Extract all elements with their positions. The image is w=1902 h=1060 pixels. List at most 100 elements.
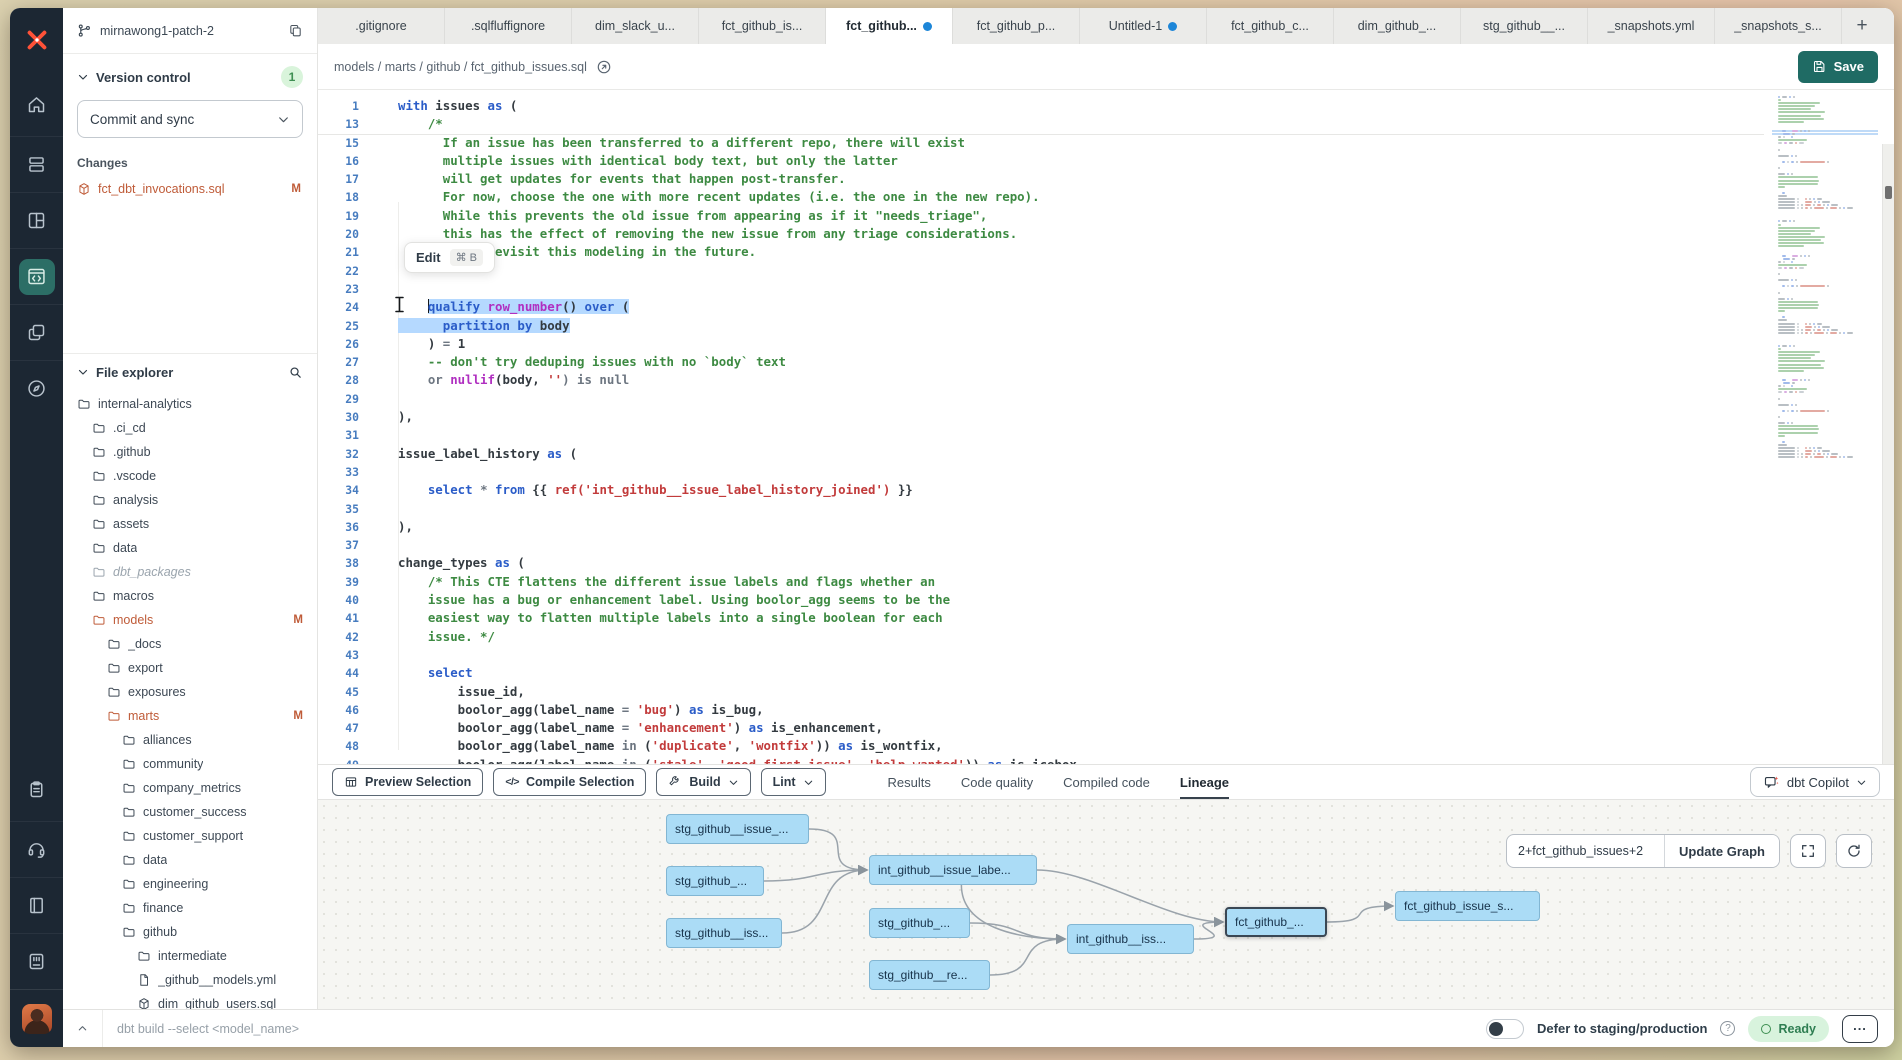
file-tree-item-community[interactable]: community [63, 752, 317, 776]
save-button[interactable]: Save [1798, 51, 1878, 83]
code-line-46[interactable]: 46 boolor_agg(label_name = 'bug') as is_… [318, 701, 1894, 719]
editor-tab-dim_github_...[interactable]: dim_github_... [1334, 8, 1461, 44]
code-line-44[interactable]: 44 select [318, 664, 1894, 682]
minimap[interactable] [1772, 96, 1878, 758]
code-line-40[interactable]: 40 issue has a bug or enhancement label.… [318, 591, 1894, 609]
code-line-29[interactable]: 29 [318, 390, 1894, 408]
chevron-down-icon[interactable] [77, 71, 89, 83]
editor-tab-.gitignore[interactable]: .gitignore [318, 8, 445, 44]
code-line-24[interactable]: 24 qualify row_number() over ( [318, 298, 1894, 316]
file-tree-item-finance[interactable]: finance [63, 896, 317, 920]
rail-docs-icon[interactable] [10, 877, 63, 933]
rail-support-icon[interactable] [10, 821, 63, 877]
file-explorer-header[interactable]: File explorer [63, 354, 317, 390]
code-line-36[interactable]: 36), [318, 518, 1894, 536]
code-line-39[interactable]: 39 /* This CTE flattens the different is… [318, 573, 1894, 591]
code-line-34[interactable]: 34 select * from {{ ref('int_github__iss… [318, 481, 1894, 499]
code-line-42[interactable]: 42 issue. */ [318, 628, 1894, 646]
code-line-35[interactable]: 35 [318, 500, 1894, 518]
results-tab-compiled-code[interactable]: Compiled code [1063, 765, 1150, 799]
changed-file-row[interactable]: fct_dbt_invocations.sql M [77, 182, 303, 196]
code-line-41[interactable]: 41 easiest way to flatten multiple label… [318, 609, 1894, 627]
command-input[interactable]: dbt build --select <model_name> [103, 1022, 1486, 1036]
editor-tab-stg_github__...[interactable]: stg_github__... [1461, 8, 1588, 44]
build-button[interactable]: Build [656, 768, 750, 796]
edit-tooltip[interactable]: Edit ⌘ B [404, 242, 495, 273]
file-tree-item-intermediate[interactable]: intermediate [63, 944, 317, 968]
code-line-48[interactable]: 48 boolor_agg(label_name in ('duplicate'… [318, 737, 1894, 755]
lineage-node-int_github__iss[interactable]: int_github__iss... [1067, 924, 1194, 954]
editor-scrollbar[interactable] [1882, 144, 1894, 764]
code-line-43[interactable]: 43 [318, 646, 1894, 664]
code-line-17[interactable]: 17 will get updates for events that happ… [318, 170, 1894, 188]
dbt-logo-icon[interactable] [10, 8, 63, 72]
rail-tasks-icon[interactable] [10, 757, 63, 821]
code-line-15[interactable]: 15 If an issue has been transferred to a… [318, 134, 1894, 152]
file-tree-item-.github[interactable]: .github [63, 440, 317, 464]
compile-selection-button[interactable]: </> Compile Selection [493, 768, 646, 796]
file-tree-item-customer_support[interactable]: customer_support [63, 824, 317, 848]
code-line-23[interactable]: 23 [318, 280, 1894, 298]
code-line-28[interactable]: 28 or nullif(body, '') is null [318, 371, 1894, 389]
editor-tab-.sqlfluffignore[interactable]: .sqlfluffignore [445, 8, 572, 44]
lineage-selector-input[interactable]: 2+fct_github_issues+2 [1507, 835, 1665, 867]
code-line-1[interactable]: 1with issues as ( [318, 97, 1894, 115]
file-tree-item-analysis[interactable]: analysis [63, 488, 317, 512]
copy-branch-icon[interactable] [288, 23, 303, 38]
lineage-panel[interactable]: stg_github__issue_...stg_github_...stg_g… [318, 800, 1894, 1009]
code-line-18[interactable]: 18 For now, choose the one with more rec… [318, 188, 1894, 206]
file-tree-item-_docs[interactable]: _docs [63, 632, 317, 656]
code-line-13[interactable]: 13 /* [318, 115, 1894, 133]
user-avatar[interactable] [10, 989, 63, 1047]
file-tree-item-models[interactable]: modelsM [63, 608, 317, 632]
file-tree-item-data[interactable]: data [63, 536, 317, 560]
file-tree-item-github[interactable]: github [63, 920, 317, 944]
code-line-49[interactable]: 49 boolor_agg(label_name in ('stale', 'g… [318, 756, 1894, 764]
file-tree-item-engineering[interactable]: engineering [63, 872, 317, 896]
lineage-node-stg_github_[interactable]: stg_github_... [869, 908, 970, 938]
commit-and-sync-select[interactable]: Commit and sync [77, 100, 303, 138]
open-compiled-icon[interactable] [596, 59, 612, 75]
code-line-31[interactable]: 31 [318, 426, 1894, 444]
preview-selection-button[interactable]: Preview Selection [332, 768, 483, 796]
file-tree-item-company_metrics[interactable]: company_metrics [63, 776, 317, 800]
results-tab-lineage[interactable]: Lineage [1180, 765, 1229, 799]
code-line-37[interactable]: 37 [318, 536, 1894, 554]
editor-tab-fct_github...[interactable]: fct_github... [826, 8, 953, 44]
editor-tab-fct_github_c...[interactable]: fct_github_c... [1207, 8, 1334, 44]
search-icon[interactable] [288, 365, 303, 380]
git-branch-row[interactable]: mirnawong1-patch-2 [63, 8, 317, 54]
file-tree-item-alliances[interactable]: alliances [63, 728, 317, 752]
file-tree-item-.vscode[interactable]: .vscode [63, 464, 317, 488]
rail-explore-icon[interactable] [10, 360, 63, 416]
code-line-21[interactable]: 21 Let's revisit this modeling in the fu… [318, 243, 1894, 261]
code-line-33[interactable]: 33 [318, 463, 1894, 481]
rail-jobs-icon[interactable] [10, 304, 63, 360]
code-line-32[interactable]: 32issue_label_history as ( [318, 445, 1894, 463]
code-editor[interactable]: 1with issues as (13 /*15 If an issue has… [318, 90, 1894, 764]
results-tab-code-quality[interactable]: Code quality [961, 765, 1033, 799]
editor-tab-_snapshots.yml[interactable]: _snapshots.yml [1588, 8, 1715, 44]
file-tree-item-exposures[interactable]: exposures [63, 680, 317, 704]
lineage-node-stg_github__re[interactable]: stg_github__re... [869, 960, 990, 990]
code-line-38[interactable]: 38change_types as ( [318, 554, 1894, 572]
file-tree-item-dim_github_users.sql[interactable]: dim_github_users.sql [63, 992, 317, 1009]
editor-tab-fct_github_p...[interactable]: fct_github_p... [953, 8, 1080, 44]
code-line-45[interactable]: 45 issue_id, [318, 683, 1894, 701]
rail-ide-icon[interactable] [10, 248, 63, 304]
dbt-copilot-button[interactable]: dbt Copilot [1750, 767, 1880, 797]
file-tree-item-marts[interactable]: martsM [63, 704, 317, 728]
lineage-node-int_github__issue_labe[interactable]: int_github__issue_labe... [869, 855, 1037, 885]
rail-shortcuts-icon[interactable] [10, 933, 63, 989]
code-line-30[interactable]: 30), [318, 408, 1894, 426]
code-line-19[interactable]: 19 While this prevents the old issue fro… [318, 207, 1894, 225]
refresh-button[interactable] [1836, 834, 1872, 868]
lint-button[interactable]: Lint [761, 768, 826, 796]
update-graph-button[interactable]: Update Graph [1665, 835, 1779, 867]
file-tree-item-_github__models.yml[interactable]: _github__models.yml [63, 968, 317, 992]
file-tree-item-.ci_cd[interactable]: .ci_cd [63, 416, 317, 440]
file-tree-item-assets[interactable]: assets [63, 512, 317, 536]
editor-tab-_snapshots_s...[interactable]: _snapshots_s... [1715, 8, 1842, 44]
file-tree-item-macros[interactable]: macros [63, 584, 317, 608]
results-tab-results[interactable]: Results [888, 765, 931, 799]
